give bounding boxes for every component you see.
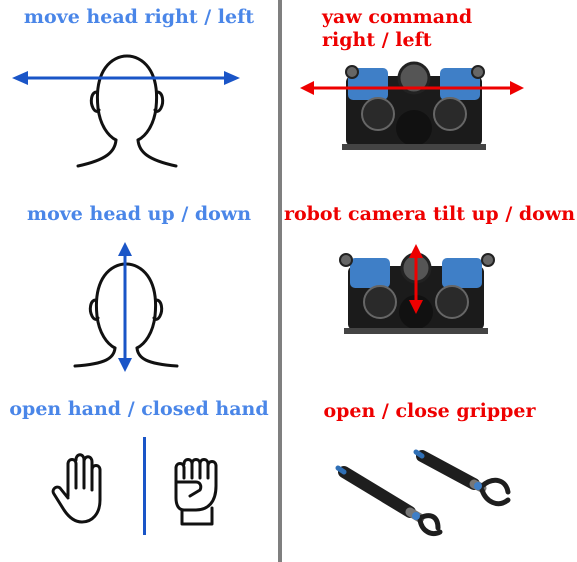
yaw-command-label-1: yaw command [322, 6, 473, 28]
gripper-image [335, 449, 511, 536]
head-tilt-label: move head up / down [26, 203, 252, 225]
yaw-command-label-2: right / left [322, 29, 432, 51]
hand-label: open hand / closed hand [9, 398, 269, 420]
closed-fist-icon [174, 458, 218, 526]
open-hand-icon [51, 453, 102, 524]
hand-divider [143, 437, 146, 535]
head-tilt-icon [73, 242, 179, 372]
head-yaw-label: move head right / left [23, 6, 255, 28]
camera-tilt-label: robot camera tilt up / down [283, 203, 576, 225]
rov-yaw-image [300, 61, 524, 150]
rov-tilt-image [339, 244, 495, 334]
gripper-label: open / close gripper [323, 400, 536, 422]
head-yaw-icon [12, 54, 240, 168]
